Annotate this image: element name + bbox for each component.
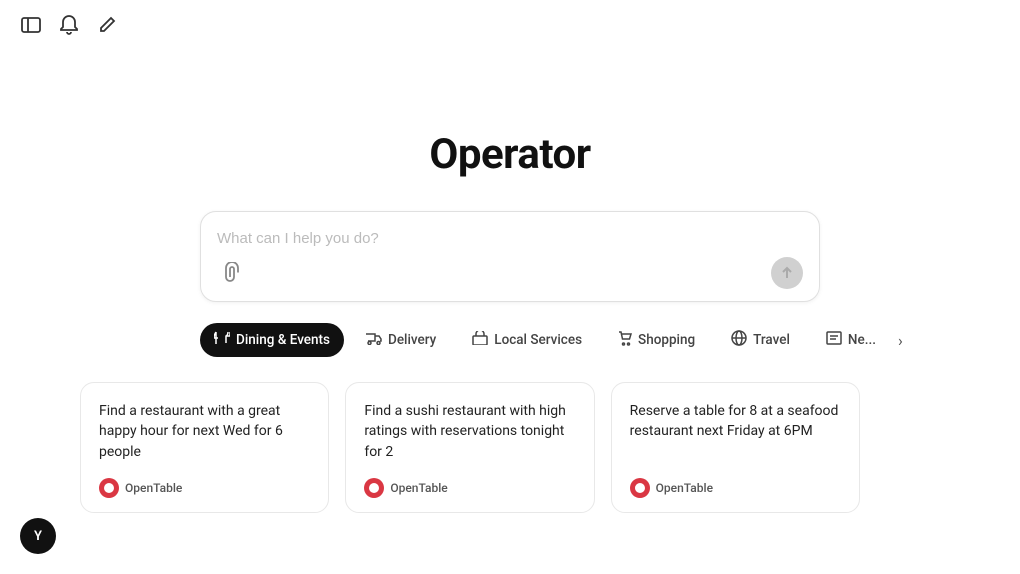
category-travel[interactable]: Travel bbox=[717, 322, 804, 358]
opentable-logo-inner-1 bbox=[104, 483, 114, 493]
bell-icon[interactable] bbox=[58, 14, 80, 36]
suggestion-card-2[interactable]: Find a sushi restaurant with high rating… bbox=[345, 382, 594, 513]
category-pills: Dining & Events Delivery Local Services bbox=[200, 322, 820, 358]
local-label: Local Services bbox=[494, 332, 582, 348]
dining-icon bbox=[214, 331, 230, 349]
delivery-icon bbox=[366, 332, 382, 349]
category-shopping[interactable]: Shopping bbox=[604, 323, 709, 358]
dining-label: Dining & Events bbox=[236, 332, 330, 348]
send-button[interactable] bbox=[771, 257, 803, 289]
opentable-logo-3 bbox=[630, 478, 650, 498]
card-3-footer: OpenTable bbox=[630, 478, 841, 498]
opentable-logo-inner-3 bbox=[635, 483, 645, 493]
user-avatar[interactable]: Y bbox=[20, 518, 56, 554]
card-1-brand: OpenTable bbox=[125, 481, 182, 495]
category-delivery[interactable]: Delivery bbox=[352, 324, 450, 357]
search-input[interactable] bbox=[217, 230, 803, 247]
card-2-text: Find a sushi restaurant with high rating… bbox=[364, 401, 575, 462]
more-categories-button[interactable]: › bbox=[898, 326, 903, 354]
travel-icon bbox=[731, 330, 747, 350]
card-3-text: Reserve a table for 8 at a seafood resta… bbox=[630, 401, 841, 462]
compose-icon[interactable] bbox=[96, 14, 118, 36]
page-title: Operator bbox=[429, 130, 590, 179]
suggestion-card-3[interactable]: Reserve a table for 8 at a seafood resta… bbox=[611, 382, 860, 513]
card-3-brand: OpenTable bbox=[656, 481, 713, 495]
card-2-brand: OpenTable bbox=[390, 481, 447, 495]
toolbar bbox=[0, 0, 138, 50]
main-content: Operator Dining & bbox=[0, 0, 1020, 513]
card-1-footer: OpenTable bbox=[99, 478, 310, 498]
search-box bbox=[200, 211, 820, 302]
suggestion-cards: Find a restaurant with a great happy hou… bbox=[80, 382, 860, 513]
sidebar-toggle-icon[interactable] bbox=[20, 14, 42, 36]
opentable-logo-1 bbox=[99, 478, 119, 498]
attach-icon[interactable] bbox=[217, 259, 245, 287]
travel-label: Travel bbox=[753, 332, 790, 348]
category-local[interactable]: Local Services bbox=[458, 323, 596, 357]
category-dining[interactable]: Dining & Events bbox=[200, 323, 344, 357]
local-icon bbox=[472, 331, 488, 349]
shopping-label: Shopping bbox=[638, 332, 695, 348]
card-2-footer: OpenTable bbox=[364, 478, 575, 498]
shopping-icon bbox=[618, 331, 632, 350]
opentable-logo-2 bbox=[364, 478, 384, 498]
delivery-label: Delivery bbox=[388, 332, 436, 348]
category-news[interactable]: Ne... bbox=[812, 323, 890, 357]
news-icon bbox=[826, 331, 842, 349]
news-label: Ne... bbox=[848, 332, 876, 348]
card-1-text: Find a restaurant with a great happy hou… bbox=[99, 401, 310, 462]
opentable-logo-inner-2 bbox=[369, 483, 379, 493]
search-actions bbox=[217, 257, 803, 289]
suggestion-card-1[interactable]: Find a restaurant with a great happy hou… bbox=[80, 382, 329, 513]
